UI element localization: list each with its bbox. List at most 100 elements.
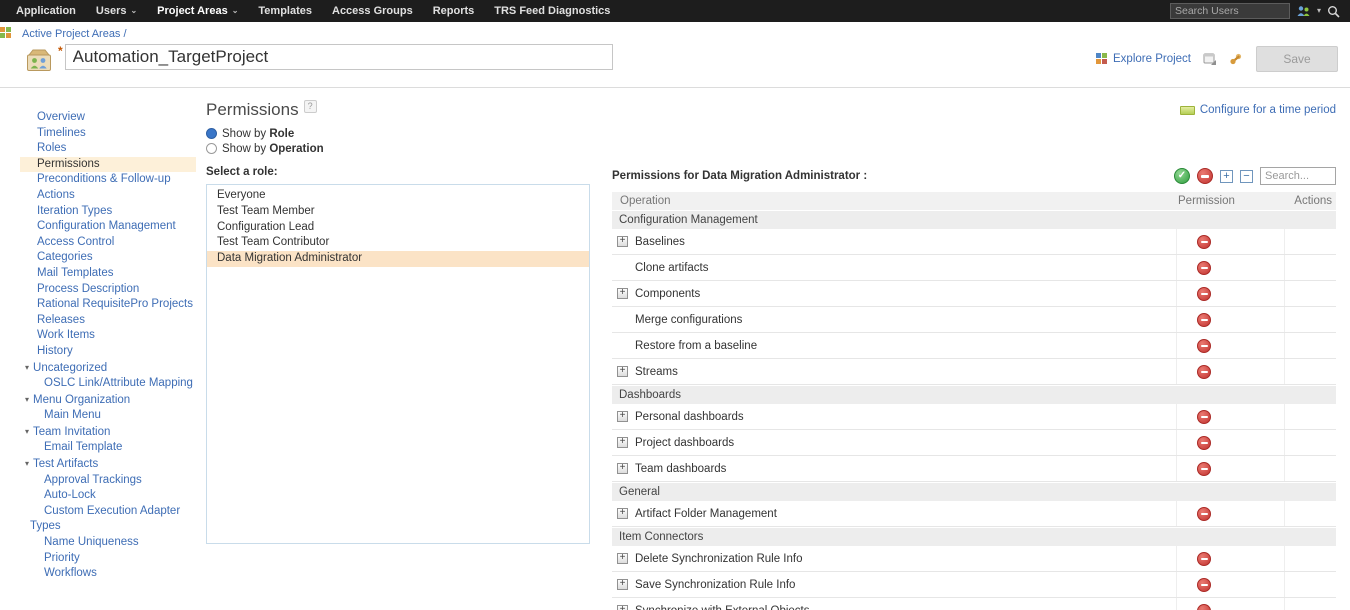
nav-item-label: Access Groups: [332, 5, 413, 17]
sidebar-item-permissions[interactable]: Permissions: [20, 157, 196, 173]
permission-cell: [1176, 456, 1284, 481]
explore-project-link[interactable]: Explore Project: [1096, 53, 1191, 65]
actions-cell: [1284, 281, 1336, 306]
save-button[interactable]: Save: [1256, 46, 1338, 72]
operation-cell: Restore from a baseline: [612, 340, 1176, 352]
sidebar-item-preconditions-follow-up-actions[interactable]: Preconditions & Follow-up Actions: [20, 172, 196, 203]
operation-label: Baselines: [635, 236, 685, 248]
wrench-icon[interactable]: [1229, 52, 1244, 66]
expand-icon[interactable]: +: [617, 508, 628, 519]
role-item-test-team-member[interactable]: Test Team Member: [207, 204, 589, 220]
expand-icon[interactable]: +: [617, 437, 628, 448]
search-users-input[interactable]: [1170, 3, 1290, 19]
chevron-down-icon[interactable]: ▾: [1317, 6, 1321, 15]
permission-denied-icon[interactable]: [1197, 507, 1211, 521]
configure-time-period-link[interactable]: Configure for a time period: [1180, 100, 1336, 120]
permission-denied-icon[interactable]: [1197, 339, 1211, 353]
sidebar-item-rational-requisitepro-projects[interactable]: Rational RequisitePro Projects: [20, 297, 196, 313]
expand-icon[interactable]: +: [617, 236, 628, 247]
sidebar-item-oslc-link-attribute-mapping[interactable]: OSLC Link/Attribute Mapping: [20, 376, 196, 392]
role-column: Select a role: EveryoneTest Team MemberC…: [206, 166, 590, 610]
nav-item-project-areas[interactable]: Project Areas⌄: [147, 0, 248, 22]
role-item-data-migration-administrator[interactable]: Data Migration Administrator: [207, 251, 589, 267]
operation-label: Artifact Folder Management: [635, 508, 777, 520]
radio-show-by-operation[interactable]: Show by Operation: [206, 141, 1336, 156]
sidebar-section-team-invitation[interactable]: ▾Team Invitation: [20, 424, 196, 441]
nav-item-templates[interactable]: Templates: [248, 0, 322, 22]
sidebar-item-main-menu[interactable]: Main Menu: [20, 408, 196, 424]
column-header-actions: Actions: [1284, 192, 1336, 210]
actions-cell: [1284, 333, 1336, 358]
sidebar-item-timelines[interactable]: Timelines: [20, 126, 196, 142]
sidebar-item-history[interactable]: History: [20, 344, 196, 360]
permission-denied-icon[interactable]: [1197, 578, 1211, 592]
permission-denied-icon[interactable]: [1197, 604, 1211, 610]
user-type-icon[interactable]: [1296, 5, 1311, 17]
deny-all-icon[interactable]: [1197, 168, 1213, 184]
permission-row: +Components: [612, 281, 1336, 307]
breadcrumb-active-project-areas[interactable]: Active Project Areas: [22, 28, 120, 40]
sidebar-item-process-description[interactable]: Process Description: [20, 282, 196, 298]
permission-denied-icon[interactable]: [1197, 436, 1211, 450]
permission-denied-icon[interactable]: [1197, 235, 1211, 249]
project-name-input[interactable]: [65, 44, 613, 70]
sidebar-item-priority[interactable]: Priority: [20, 551, 196, 567]
sidebar-item-name-uniqueness[interactable]: Name Uniqueness: [20, 535, 196, 551]
role-item-everyone[interactable]: Everyone: [207, 188, 589, 204]
expand-icon[interactable]: +: [617, 605, 628, 610]
grant-all-icon[interactable]: ✓: [1174, 168, 1190, 184]
nav-item-users[interactable]: Users⌄: [86, 0, 147, 22]
sidebar-item-work-items[interactable]: Work Items: [20, 328, 196, 344]
permission-denied-icon[interactable]: [1197, 365, 1211, 379]
sidebar-item-mail-templates[interactable]: Mail Templates: [20, 266, 196, 282]
expand-all-icon[interactable]: +: [1220, 170, 1233, 183]
sidebar-item-releases[interactable]: Releases: [20, 313, 196, 329]
help-icon[interactable]: ?: [304, 100, 317, 113]
role-item-configuration-lead[interactable]: Configuration Lead: [207, 220, 589, 236]
permission-denied-icon[interactable]: [1197, 313, 1211, 327]
sidebar-item-roles[interactable]: Roles: [20, 141, 196, 157]
sidebar-item-categories[interactable]: Categories: [20, 250, 196, 266]
sidebar-item-overview[interactable]: Overview: [20, 110, 196, 126]
expand-icon[interactable]: +: [617, 579, 628, 590]
permission-cell: [1176, 572, 1284, 597]
sidebar-item-custom-execution-adapter-types[interactable]: Custom Execution Adapter Types: [20, 504, 196, 535]
expand-icon[interactable]: +: [617, 288, 628, 299]
sidebar-item-email-template[interactable]: Email Template: [20, 440, 196, 456]
permission-denied-icon[interactable]: [1197, 287, 1211, 301]
top-navigation: ApplicationUsers⌄Project Areas⌄Templates…: [0, 0, 1350, 22]
sidebar-section-test-artifacts[interactable]: ▾Test Artifacts: [20, 456, 196, 473]
expand-icon[interactable]: +: [617, 463, 628, 474]
sidebar-item-configuration-management[interactable]: Configuration Management: [20, 219, 196, 235]
search-icon[interactable]: [1327, 5, 1340, 18]
sidebar-item-approval-trackings[interactable]: Approval Trackings: [20, 473, 196, 489]
operation-cell: + Baselines: [612, 236, 1176, 248]
expand-icon[interactable]: +: [617, 411, 628, 422]
permission-denied-icon[interactable]: [1197, 261, 1211, 275]
collapse-all-icon[interactable]: −: [1240, 170, 1253, 183]
sidebar-section-menu-organization[interactable]: ▾Menu Organization: [20, 392, 196, 409]
permission-row: + Baselines: [612, 229, 1336, 255]
sidebar-item-access-control[interactable]: Access Control: [20, 235, 196, 251]
permission-denied-icon[interactable]: [1197, 462, 1211, 476]
open-in-window-icon[interactable]: [1203, 52, 1217, 66]
permissions-search-input[interactable]: [1260, 167, 1336, 185]
role-item-test-team-contributor[interactable]: Test Team Contributor: [207, 235, 589, 251]
sidebar-item-workflows[interactable]: Workflows: [20, 566, 196, 582]
nav-search-area: ▾: [1170, 3, 1344, 19]
nav-item-reports[interactable]: Reports: [423, 0, 485, 22]
nav-item-access-groups[interactable]: Access Groups: [322, 0, 423, 22]
radio-show-by-role[interactable]: Show by Role: [206, 126, 1336, 141]
expand-icon[interactable]: +: [617, 553, 628, 564]
permission-denied-icon[interactable]: [1197, 410, 1211, 424]
sidebar-item-iteration-types[interactable]: Iteration Types: [20, 204, 196, 220]
nav-item-application[interactable]: Application: [6, 0, 86, 22]
expand-icon[interactable]: +: [617, 366, 628, 377]
permission-denied-icon[interactable]: [1197, 552, 1211, 566]
permission-category-row: Dashboards: [612, 386, 1336, 404]
sidebar-item-auto-lock[interactable]: Auto-Lock: [20, 488, 196, 504]
permission-cell: [1176, 359, 1284, 384]
nav-item-trs-feed-diagnostics[interactable]: TRS Feed Diagnostics: [484, 0, 620, 22]
sidebar-section-uncategorized[interactable]: ▾Uncategorized: [20, 360, 196, 377]
content-area: OverviewTimelinesRolesPermissionsPrecond…: [0, 88, 1350, 610]
